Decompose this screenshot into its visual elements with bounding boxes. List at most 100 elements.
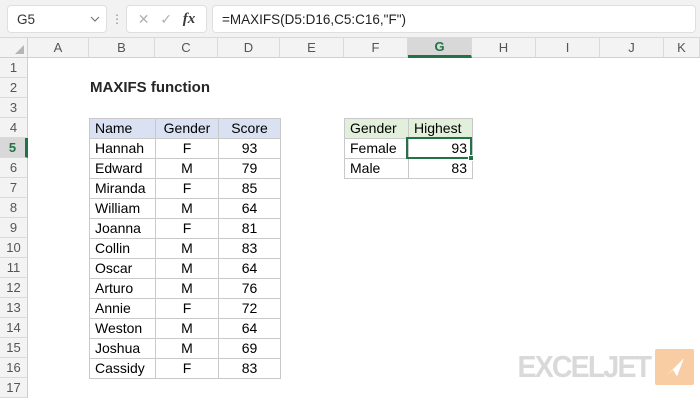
table-row: Joanna F 81 xyxy=(90,219,281,239)
row-header-2[interactable]: 2 xyxy=(0,78,28,98)
table-cell[interactable]: Oscar xyxy=(90,259,156,279)
column-header-A[interactable]: A xyxy=(28,38,89,58)
table-cell[interactable]: Joanna xyxy=(90,219,156,239)
column-header-H[interactable]: H xyxy=(472,38,536,58)
result-table: Gender Highest Female 93 Male 83 xyxy=(344,118,473,179)
row-header-14[interactable]: 14 xyxy=(0,318,28,338)
table-cell[interactable]: Joshua xyxy=(90,339,156,359)
more-options-icon[interactable]: ⋮ xyxy=(111,8,123,30)
exceljet-logo-text: EXCELJET xyxy=(517,349,652,384)
table-cell[interactable]: Edward xyxy=(90,159,156,179)
table-cell[interactable]: 76 xyxy=(219,279,281,299)
table-cell[interactable]: Collin xyxy=(90,239,156,259)
table-cell[interactable]: Weston xyxy=(90,319,156,339)
row-header-5[interactable]: 5 xyxy=(0,138,28,158)
cancel-icon[interactable]: ✕ xyxy=(138,11,150,28)
table-cell[interactable]: Arturo xyxy=(90,279,156,299)
table-header-row: Name Gender Score xyxy=(90,119,281,139)
table-cell[interactable]: Female xyxy=(345,139,409,159)
formula-text: =MAXIFS(D5:D16,C5:C16,"F") xyxy=(222,11,407,27)
table-cell[interactable]: Cassidy xyxy=(90,359,156,379)
select-all-button[interactable] xyxy=(0,38,28,58)
row-header-9[interactable]: 9 xyxy=(0,218,28,238)
table-cell[interactable]: 64 xyxy=(219,259,281,279)
table-cell[interactable]: M xyxy=(156,239,219,259)
table-cell[interactable]: F xyxy=(156,359,219,379)
table-cell[interactable]: 72 xyxy=(219,299,281,319)
table-row: Hannah F 93 xyxy=(90,139,281,159)
column-header-I[interactable]: I xyxy=(536,38,600,58)
column-header-G[interactable]: G xyxy=(408,38,472,58)
table-cell[interactable]: 83 xyxy=(409,159,473,179)
table-cell[interactable]: F xyxy=(156,299,219,319)
row-header-7[interactable]: 7 xyxy=(0,178,28,198)
table-cell[interactable]: 81 xyxy=(219,219,281,239)
table-cell[interactable]: M xyxy=(156,199,219,219)
table-cell[interactable]: F xyxy=(156,219,219,239)
row-header-8[interactable]: 8 xyxy=(0,198,28,218)
table-cell[interactable]: M xyxy=(156,319,219,339)
row-header-10[interactable]: 10 xyxy=(0,238,28,258)
table-cell[interactable]: 83 xyxy=(219,359,281,379)
table-cell[interactable]: William xyxy=(90,199,156,219)
select-all-icon xyxy=(15,45,24,54)
table-cell[interactable]: 93 xyxy=(409,139,473,159)
formula-buttons: ✕ ✓ fx xyxy=(126,5,207,33)
table-row: Collin M 83 xyxy=(90,239,281,259)
table-header-cell[interactable]: Gender xyxy=(156,119,219,139)
table-cell[interactable]: 93 xyxy=(219,139,281,159)
sheet-title-cell[interactable]: MAXIFS function xyxy=(90,78,210,98)
table-header-cell[interactable]: Name xyxy=(90,119,156,139)
table-cell[interactable]: 83 xyxy=(219,239,281,259)
table-header-cell[interactable]: Score xyxy=(219,119,281,139)
row-header-11[interactable]: 11 xyxy=(0,258,28,278)
formula-input[interactable]: =MAXIFS(D5:D16,C5:C16,"F") xyxy=(212,5,696,33)
chevron-down-icon[interactable] xyxy=(84,16,106,22)
table-header-cell[interactable]: Highest xyxy=(409,119,473,139)
table-cell[interactable]: Hannah xyxy=(90,139,156,159)
sheet-canvas[interactable]: MAXIFS function Name Gender Score Hannah F 93… xyxy=(28,58,700,398)
row-header-17[interactable]: 17 xyxy=(0,378,28,398)
table-cell[interactable]: Miranda xyxy=(90,179,156,199)
column-header-B[interactable]: B xyxy=(89,38,155,58)
row-header-6[interactable]: 6 xyxy=(0,158,28,178)
row-header-3[interactable]: 3 xyxy=(0,98,28,118)
table-cell[interactable]: 79 xyxy=(219,159,281,179)
table-row: Cassidy F 83 xyxy=(90,359,281,379)
insert-function-icon[interactable]: fx xyxy=(183,11,196,28)
enter-icon[interactable]: ✓ xyxy=(160,11,172,28)
table-header-cell[interactable]: Gender xyxy=(345,119,409,139)
row-header-1[interactable]: 1 xyxy=(0,58,28,78)
table-cell[interactable]: Male xyxy=(345,159,409,179)
table-cell[interactable]: M xyxy=(156,159,219,179)
column-header-K[interactable]: K xyxy=(664,38,700,58)
table-cell[interactable]: M xyxy=(156,279,219,299)
table-cell[interactable]: F xyxy=(156,179,219,199)
name-box[interactable]: G5 xyxy=(7,5,107,33)
column-header-E[interactable]: E xyxy=(280,38,344,58)
table-row: Edward M 79 xyxy=(90,159,281,179)
cell-reference: G5 xyxy=(17,11,36,27)
column-header-F[interactable]: F xyxy=(344,38,408,58)
table-header-row: Gender Highest xyxy=(345,119,473,139)
row-header-13[interactable]: 13 xyxy=(0,298,28,318)
table-cell[interactable]: M xyxy=(156,339,219,359)
table-cell[interactable]: M xyxy=(156,259,219,279)
row-header-15[interactable]: 15 xyxy=(0,338,28,358)
excel-window: G5 ⋮ ✕ ✓ fx =MAXIFS(D5:D16,C5:C16,"F") A… xyxy=(0,0,700,400)
table-row: Male 83 xyxy=(345,159,473,179)
paper-plane-icon xyxy=(655,349,694,385)
column-header-D[interactable]: D xyxy=(218,38,280,58)
table-cell[interactable]: Annie xyxy=(90,299,156,319)
table-cell[interactable]: 69 xyxy=(219,339,281,359)
column-header-J[interactable]: J xyxy=(600,38,664,58)
table-row: Arturo M 76 xyxy=(90,279,281,299)
table-cell[interactable]: 64 xyxy=(219,319,281,339)
row-header-16[interactable]: 16 xyxy=(0,358,28,378)
column-header-C[interactable]: C xyxy=(155,38,218,58)
row-header-12[interactable]: 12 xyxy=(0,278,28,298)
row-header-4[interactable]: 4 xyxy=(0,118,28,138)
table-cell[interactable]: F xyxy=(156,139,219,159)
table-cell[interactable]: 64 xyxy=(219,199,281,219)
table-cell[interactable]: 85 xyxy=(219,179,281,199)
